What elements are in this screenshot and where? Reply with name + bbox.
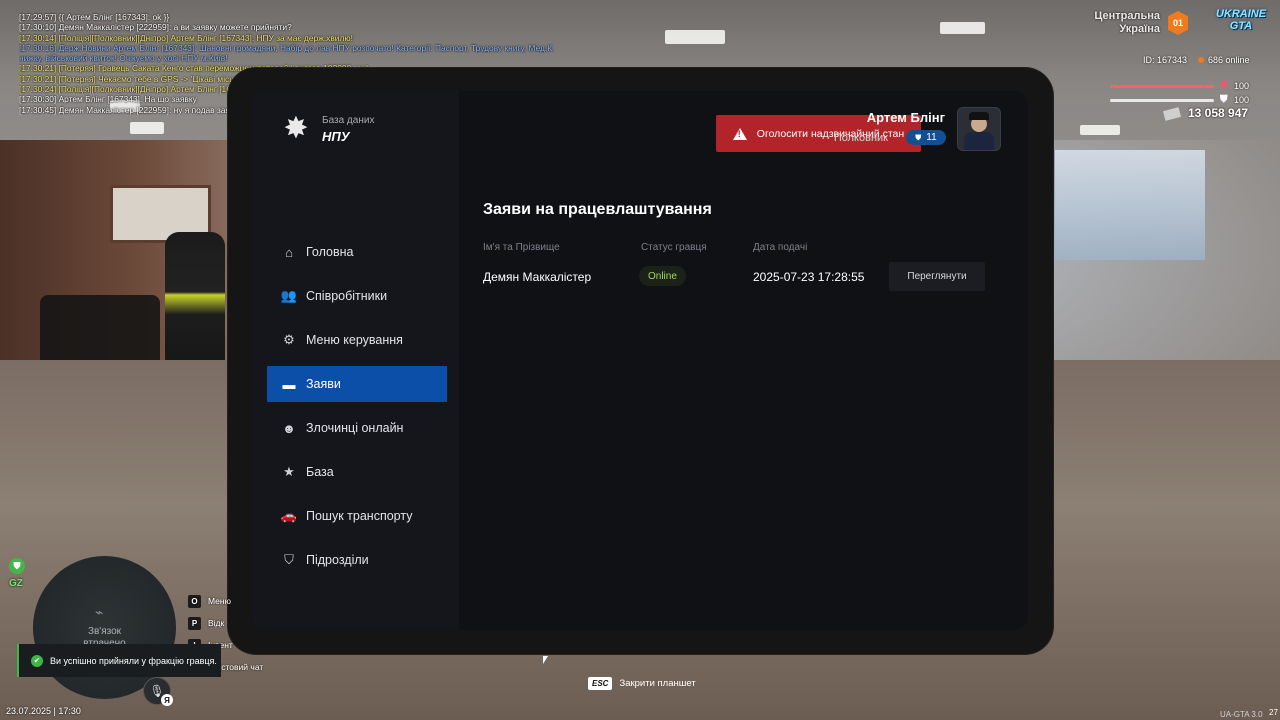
armor-value: 100 (1234, 95, 1250, 105)
sidebar-item-label: Підрозділи (306, 553, 369, 567)
mouse-cursor (543, 656, 548, 664)
rank-shield-icon: ⛊ (915, 132, 922, 142)
close-tablet-label: Закрити планшет (619, 678, 696, 689)
no-signal-icon: ⌁ (95, 604, 104, 620)
sidebar-item-label: Злочинці онлайн (306, 421, 404, 435)
column-header-status: Статус гравця (641, 242, 707, 253)
version: UA-GTA 3.0 (1220, 710, 1263, 719)
region-label: Центральна Україна (1094, 10, 1160, 36)
chat-line: [17:29:57] {{ Артем Блінг [167343]: ok }… (19, 12, 170, 22)
logo-line2: GTA (1229, 20, 1253, 32)
toast-message: Ви успішно прийняли у фракцію гравця. (50, 655, 217, 666)
check-icon: ✔ (31, 654, 43, 667)
sidebar-item-6[interactable]: ★ База (267, 454, 447, 490)
sidebar-item-8[interactable]: ⛉ Підрозділи (267, 542, 447, 578)
sidebar-item-label: Співробітники (306, 289, 388, 303)
keyboard-layout-badge: Я (161, 694, 173, 706)
gear-icon: ⚙ (283, 332, 295, 347)
sidebar-item-label: Заяви (306, 377, 341, 391)
applicant-name: Демян Маккалістер (483, 270, 592, 284)
version-right: 27 (1269, 708, 1278, 717)
column-header-name: Ім'я та Прізвище (483, 242, 560, 253)
logo-line1: UKRAINE (1215, 8, 1267, 20)
avatar (957, 107, 1001, 151)
datetime: 23.07.2025 | 17:30 (6, 706, 81, 716)
rank-level: 11 (926, 132, 937, 143)
health-value: 100 (1234, 81, 1250, 91)
window (1055, 150, 1205, 260)
users-icon: 👥 (280, 288, 298, 303)
home-icon: ⌂ (285, 244, 293, 260)
mask-icon: ☻ (282, 420, 296, 436)
sidebar-nav: ⌂ Головна 👥 Співробітники ⚙ Меню керування ▬ За… (267, 234, 447, 586)
user-rank: Полковник (833, 132, 888, 144)
minimap-status-line1: Зв'язок (87, 626, 122, 637)
rank-badge: ⛊ 11 (906, 130, 946, 145)
sidebar-item-7[interactable]: 🚗 Пошук транспорту (267, 498, 447, 534)
health-bar (1110, 85, 1214, 88)
npu-star-icon: ✸ (283, 112, 309, 145)
cash-icon (1162, 106, 1182, 121)
key-hint-label: Меню (208, 596, 231, 606)
column-header-date: Дата подачі (753, 242, 808, 253)
avatar-body (964, 132, 994, 150)
key-cap: O (188, 594, 201, 608)
npu-brand: ✸ База даних НПУ (280, 113, 460, 153)
chat-line: [17:30:14] [Поліція][Полковник][Дніпро] … (19, 32, 353, 43)
chat-line: [17:30:10] Демян Маккалістер [222959]: а… (19, 22, 292, 33)
chat-line: [17:30:16] Держ.Новини Артем Блінг [1673… (19, 42, 555, 53)
health-icon: ✚ (1220, 80, 1229, 91)
sidebar-item-label: Головна (306, 245, 354, 259)
server-logo: UKRAINE GTA (1212, 8, 1270, 40)
ceiling-light (940, 22, 985, 34)
car-icon: 🚗 (280, 508, 298, 523)
esc-key: ESC (588, 677, 613, 690)
folder-icon: ▬ (282, 376, 296, 392)
greenzone-icon: ⛊ (9, 558, 25, 574)
sidebar-item-5[interactable]: ☻ Злочинці онлайн (267, 410, 447, 446)
chat-line: нижку, військовий квиток! Очікуємо у хол… (19, 53, 228, 64)
view-application-button[interactable]: Переглянути (889, 262, 985, 291)
sidebar-item-label: База (306, 465, 334, 479)
player-id: ID: 167343 (1143, 55, 1188, 65)
greenzone-label: GZ (9, 578, 23, 589)
sidebar: ✸ База даних НПУ ⌂ Головна 👥 Співробітники ⚙… (252, 91, 459, 630)
online-text: 686 online (1208, 55, 1250, 65)
tablet-screen: ✸ База даних НПУ ⌂ Головна 👥 Співробітники ⚙… (252, 91, 1028, 630)
page-title: Заяви на працевлаштування (483, 201, 712, 218)
key-hint-label: Відк (208, 618, 225, 628)
key-hint: P Відк (188, 612, 263, 634)
brand-subtitle: База даних (322, 115, 375, 126)
key-cap: P (188, 616, 201, 630)
ceiling-light (130, 122, 164, 134)
sidebar-item-3[interactable]: ⚙ Меню керування (267, 322, 447, 358)
money-display: 13 058 947 (1162, 106, 1249, 121)
user-name: Артем Блінг (866, 110, 945, 125)
ceiling-light (665, 30, 725, 44)
status-badge: Online (639, 266, 686, 286)
success-toast: ✔ Ви успішно прийняли у фракцію гравця. (17, 644, 221, 677)
star-icon: ★ (283, 464, 295, 479)
region-line2: Україна (1119, 23, 1160, 35)
armor-bar (1110, 99, 1214, 102)
warning-icon (732, 127, 747, 140)
online-dot-icon (1198, 57, 1204, 63)
shield-icon: ⛉ (284, 552, 294, 567)
armor-icon: ⛊ (1220, 94, 1228, 105)
submission-date: 2025-07-23 17:28:55 (753, 270, 865, 284)
sidebar-item-2[interactable]: 👥 Співробітники (267, 278, 447, 314)
sidebar-item-4[interactable]: ▬ Заяви (267, 366, 447, 402)
region-line1: Центральна (1094, 10, 1160, 22)
sidebar-item-1[interactable]: ⌂ Головна (267, 234, 447, 270)
main-panel: Оголосити надзвичайний стан Артем Блінг … (459, 91, 1028, 630)
brand-title: НПУ (322, 129, 350, 144)
key-hint: O Меню (188, 590, 263, 612)
online-count: 686 online (1198, 55, 1250, 65)
avatar-cap (969, 112, 989, 120)
sidebar-item-label: Пошук транспорту (306, 509, 413, 523)
close-tablet-hint[interactable]: ESC Закрити планшет (588, 677, 696, 690)
sidebar-item-label: Меню керування (306, 333, 403, 347)
ceiling-light (1080, 125, 1120, 135)
money-value: 13 058 947 (1188, 106, 1249, 120)
